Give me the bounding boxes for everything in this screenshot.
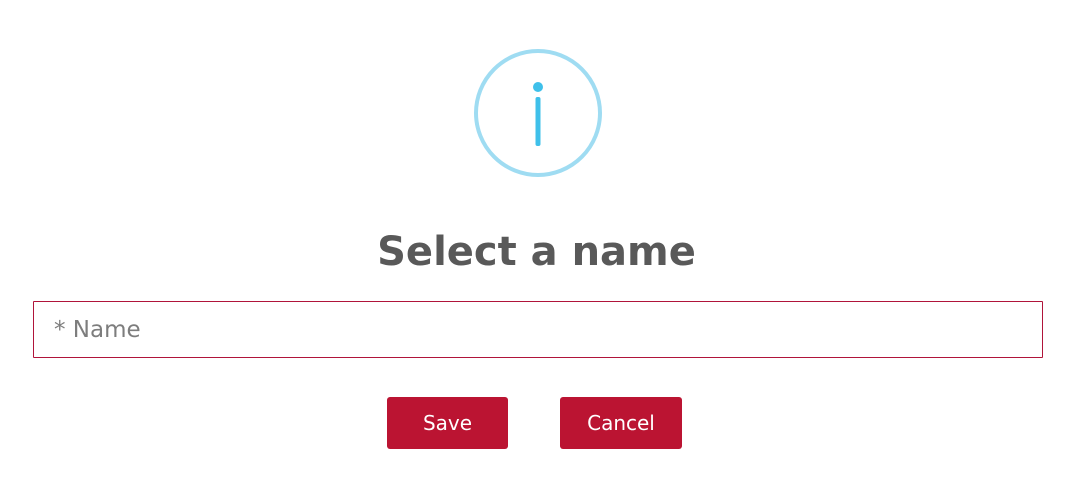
info-icon [474, 49, 602, 177]
name-input[interactable] [33, 301, 1043, 358]
info-icon-graphic [474, 49, 602, 177]
select-name-dialog: Select a name Save Cancel [0, 0, 1073, 482]
save-button[interactable]: Save [387, 397, 508, 449]
dialog-title: Select a name [377, 229, 696, 275]
cancel-button[interactable]: Cancel [560, 397, 682, 449]
